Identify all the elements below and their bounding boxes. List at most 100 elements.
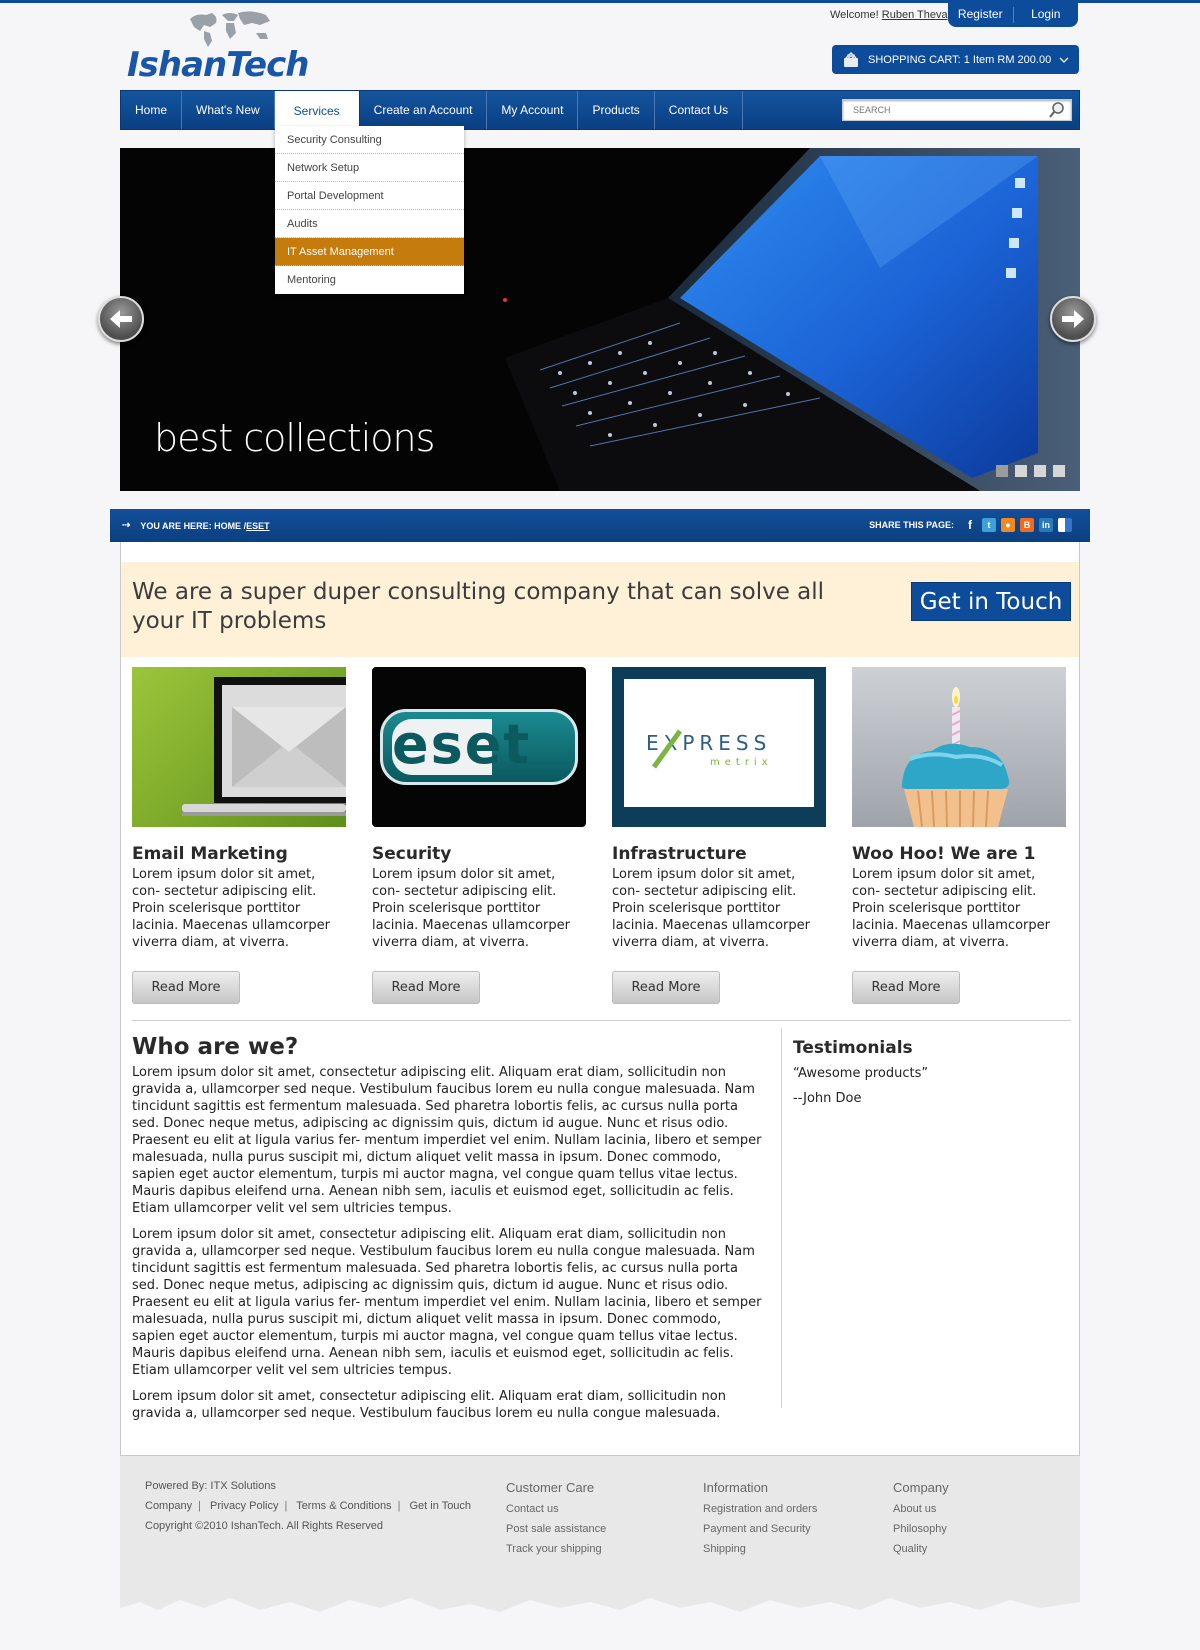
arrow-right-icon: ⇢ xyxy=(122,520,131,531)
nav-create-account[interactable]: Create an Account xyxy=(360,91,488,129)
divider xyxy=(132,1020,1071,1021)
footer-link[interactable]: About us xyxy=(893,1503,949,1515)
blogger-icon[interactable]: B xyxy=(1020,518,1034,532)
welcome-text: Welcome! Ruben Theva xyxy=(830,9,948,21)
welcome-prefix: Welcome! xyxy=(830,9,879,21)
slider-dot-3[interactable] xyxy=(1034,465,1046,477)
nav-products[interactable]: Products xyxy=(578,91,655,129)
footer-info: Powered By: ITX Solutions Company | Priva… xyxy=(145,1480,471,1540)
login-link[interactable]: Login xyxy=(1014,3,1079,27)
divider: | xyxy=(397,1500,401,1512)
nav-whats-new[interactable]: What's New xyxy=(182,91,275,129)
rss-icon[interactable]: ● xyxy=(1001,518,1015,532)
footer-link[interactable]: Post sale assistance xyxy=(506,1523,606,1535)
search-icon[interactable] xyxy=(1048,101,1066,119)
about-paragraph: Lorem ipsum dolor sit amet, consectetur … xyxy=(132,1227,762,1378)
card-email-marketing: Email Marketing Lorem ipsum dolor sit am… xyxy=(132,667,346,1004)
footer-link-privacy[interactable]: Privacy Policy xyxy=(210,1500,278,1512)
menu-item-it-asset-management[interactable]: IT Asset Management xyxy=(275,238,464,266)
eset-logo-image: eset xyxy=(372,667,586,827)
footer-link-terms[interactable]: Terms & Conditions xyxy=(296,1500,391,1512)
twitter-icon[interactable]: t xyxy=(982,518,996,532)
breadcrumb-label: YOU ARE HERE: HOME / xyxy=(140,520,247,531)
about-paragraph: Lorem ipsum dolor sit amet, consectetur … xyxy=(132,1065,762,1216)
copyright: Copyright ©2010 IshanTech. All Rights Re… xyxy=(145,1520,384,1532)
about-section: Who are we? Lorem ipsum dolor sit amet, … xyxy=(132,1034,764,1422)
delicious-icon[interactable] xyxy=(1058,518,1072,532)
slider-next-button[interactable] xyxy=(1050,296,1096,342)
main-nav: Home What's New Services Create an Accou… xyxy=(120,90,1080,131)
search-box xyxy=(842,99,1072,121)
main-content: We are a super duper consulting company … xyxy=(120,542,1080,1456)
footer-link[interactable]: Shipping xyxy=(703,1543,817,1555)
facebook-icon[interactable]: f xyxy=(963,518,977,532)
nav-services[interactable]: Services xyxy=(274,91,360,131)
slider-dot-2[interactable] xyxy=(1015,465,1027,477)
card-title: Email Marketing xyxy=(132,844,288,864)
shopping-cart-button[interactable]: SHOPPING CART: 1 Item RM 200.00 xyxy=(832,45,1079,74)
shopping-basket-icon xyxy=(844,51,858,67)
card-body: Lorem ipsum dolor sit amet, con- sectetu… xyxy=(612,867,810,950)
menu-item-audits[interactable]: Audits xyxy=(275,210,464,238)
divider: | xyxy=(284,1500,288,1512)
read-more-button[interactable]: Read More xyxy=(372,971,480,1004)
footer-link[interactable]: Track your shipping xyxy=(506,1543,606,1555)
slider-dot-4[interactable] xyxy=(1053,465,1065,477)
nav-contact-us[interactable]: Contact Us xyxy=(655,91,744,129)
divider xyxy=(781,1028,782,1408)
read-more-button[interactable]: Read More xyxy=(612,971,720,1004)
share-label: SHARE THIS PAGE: xyxy=(869,520,954,530)
card-title: Woo Hoo! We are 1 xyxy=(852,844,1036,864)
menu-item-mentoring[interactable]: Mentoring xyxy=(275,266,464,294)
footer-link[interactable]: Contact us xyxy=(506,1503,606,1515)
menu-item-network-setup[interactable]: Network Setup xyxy=(275,154,464,182)
testimonial-author: --John Doe xyxy=(793,1091,862,1106)
chevron-down-icon xyxy=(1059,57,1069,63)
card-title: Infrastructure xyxy=(612,844,747,864)
logo[interactable]: IshanTech xyxy=(127,9,327,85)
testimonials-title: Testimonials xyxy=(793,1038,913,1058)
search-input[interactable] xyxy=(843,105,1048,115)
card-body: Lorem ipsum dolor sit amet, con- sectetu… xyxy=(132,867,330,950)
account-tabs: Register Login xyxy=(948,3,1078,27)
promo-banner: We are a super duper consulting company … xyxy=(121,562,1079,657)
breadcrumb: ⇢ YOU ARE HERE: HOME / ESET SHARE THIS P… xyxy=(110,509,1090,542)
footer-link[interactable]: Registration and orders xyxy=(703,1503,817,1515)
menu-item-portal-development[interactable]: Portal Development xyxy=(275,182,464,210)
read-more-button[interactable]: Read More xyxy=(132,971,240,1004)
nav-my-account[interactable]: My Account xyxy=(487,91,579,129)
eset-logo-text: eset xyxy=(392,713,532,776)
footer-link-get-in-touch[interactable]: Get in Touch xyxy=(409,1500,471,1512)
share-bar: SHARE THIS PAGE: f t ● B in xyxy=(869,518,1072,532)
get-in-touch-button[interactable]: Get in Touch xyxy=(911,582,1071,621)
torn-paper-edge xyxy=(120,1598,1080,1616)
menu-item-security-consulting[interactable]: Security Consulting xyxy=(275,126,464,154)
about-paragraph: Lorem ipsum dolor sit amet, consectetur … xyxy=(132,1389,726,1421)
card-body: Lorem ipsum dolor sit amet, con- sectetu… xyxy=(852,867,1050,950)
card-title: Security xyxy=(372,844,452,864)
world-map-icon xyxy=(190,11,270,47)
footer-link[interactable]: Philosophy xyxy=(893,1523,949,1535)
card-body: Lorem ipsum dolor sit amet, con- sectetu… xyxy=(372,867,570,950)
footer-column-title: Company xyxy=(893,1480,949,1495)
footer-column-information: Information Registration and orders Paym… xyxy=(703,1480,817,1563)
breadcrumb-current[interactable]: ESET xyxy=(246,521,270,531)
slider-dot-1[interactable] xyxy=(996,465,1008,477)
footer: Powered By: ITX Solutions Company | Priva… xyxy=(120,1456,1080,1616)
read-more-button[interactable]: Read More xyxy=(852,971,960,1004)
footer-link[interactable]: Quality xyxy=(893,1543,949,1555)
footer-link[interactable]: Payment and Security xyxy=(703,1523,817,1535)
user-name-link[interactable]: Ruben Theva xyxy=(882,9,948,21)
email-marketing-image xyxy=(132,667,346,827)
footer-column-customer-care: Customer Care Contact us Post sale assis… xyxy=(506,1480,606,1563)
slider-prev-button[interactable] xyxy=(98,296,144,342)
footer-link-company[interactable]: Company xyxy=(145,1500,192,1512)
promo-text: We are a super duper consulting company … xyxy=(132,579,825,634)
nav-home[interactable]: Home xyxy=(121,91,183,129)
linkedin-icon[interactable]: in xyxy=(1039,518,1053,532)
card-security: eset Security Lorem ipsum dolor sit amet… xyxy=(372,667,586,1004)
hero-slider: best collections xyxy=(120,148,1080,491)
express-metrix-image: EXPRESS metrix xyxy=(612,667,826,827)
register-link[interactable]: Register xyxy=(948,3,1013,27)
footer-column-title: Customer Care xyxy=(506,1480,595,1495)
